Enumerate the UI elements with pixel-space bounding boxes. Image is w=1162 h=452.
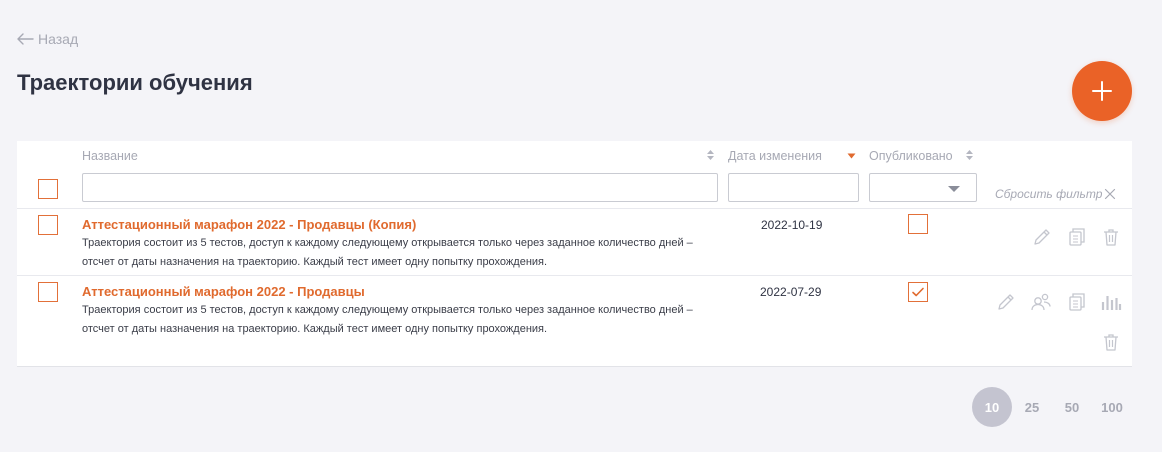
page-size-option[interactable]: 25 bbox=[1012, 387, 1052, 427]
row-date: 2022-10-19 bbox=[761, 218, 823, 232]
checkmark-icon bbox=[912, 287, 924, 297]
assign-users-button[interactable] bbox=[1030, 291, 1052, 313]
statistics-button[interactable] bbox=[1100, 291, 1122, 313]
row-description: Траектория состоит из 5 тестов, доступ к… bbox=[82, 304, 693, 335]
copy-icon bbox=[1069, 228, 1085, 246]
edit-button[interactable] bbox=[1031, 226, 1053, 248]
row-divider bbox=[17, 275, 1132, 276]
back-label: Назад bbox=[38, 31, 79, 47]
sort-icon[interactable] bbox=[706, 149, 715, 161]
arrow-left-icon bbox=[17, 33, 34, 45]
delete-button[interactable] bbox=[1100, 226, 1122, 248]
add-trajectory-button[interactable] bbox=[1072, 61, 1132, 121]
trash-icon bbox=[1104, 229, 1118, 246]
column-header-published[interactable]: Опубликовано bbox=[869, 149, 953, 163]
chevron-down-icon bbox=[948, 186, 960, 192]
back-link[interactable]: Назад bbox=[16, 31, 78, 47]
row-description: Траектория состоит из 5 тестов, доступ к… bbox=[82, 237, 693, 268]
published-checkbox[interactable] bbox=[908, 282, 928, 302]
row-title-link[interactable]: Аттестационный марафон 2022 - Продавцы (… bbox=[82, 217, 416, 232]
name-filter-input[interactable] bbox=[82, 173, 718, 202]
sort-desc-icon[interactable] bbox=[847, 153, 856, 159]
page-size-option[interactable]: 100 bbox=[1092, 387, 1132, 427]
pencil-icon bbox=[998, 294, 1014, 310]
trash-icon bbox=[1104, 334, 1118, 351]
edit-button[interactable] bbox=[995, 291, 1017, 313]
delete-button[interactable] bbox=[1100, 331, 1122, 353]
select-all-checkbox[interactable] bbox=[38, 179, 58, 199]
page-title: Траектории обучения bbox=[17, 70, 253, 95]
users-icon bbox=[1031, 293, 1051, 311]
stats-icon bbox=[1101, 296, 1122, 310]
copy-icon bbox=[1069, 293, 1085, 311]
reset-filter-label: Сбросить фильтр bbox=[995, 187, 1103, 201]
row-date: 2022-07-29 bbox=[760, 285, 822, 299]
trajectories-table: Название Дата изменения Опубликовано Сбр… bbox=[17, 141, 1132, 366]
reset-filter-button[interactable]: Сбросить фильтр bbox=[995, 187, 1116, 201]
row-checkbox[interactable] bbox=[38, 282, 58, 302]
date-filter-input[interactable] bbox=[728, 173, 859, 202]
page-size-selector: 10 25 50 100 bbox=[972, 387, 1132, 427]
close-icon bbox=[1105, 188, 1116, 200]
row-divider bbox=[17, 208, 1132, 209]
copy-button[interactable] bbox=[1066, 291, 1088, 313]
plus-icon bbox=[1092, 81, 1112, 101]
page-size-option[interactable]: 10 bbox=[972, 387, 1012, 427]
sort-icon[interactable] bbox=[965, 149, 974, 161]
page-size-option[interactable]: 50 bbox=[1052, 387, 1092, 427]
pencil-icon bbox=[1034, 229, 1050, 245]
column-header-date[interactable]: Дата изменения bbox=[728, 149, 822, 163]
table-bottom-border bbox=[17, 366, 1132, 367]
copy-button[interactable] bbox=[1066, 226, 1088, 248]
row-checkbox[interactable] bbox=[38, 215, 58, 235]
published-checkbox[interactable] bbox=[908, 214, 928, 234]
published-filter-select[interactable] bbox=[869, 173, 977, 202]
row-title-link[interactable]: Аттестационный марафон 2022 - Продавцы bbox=[82, 284, 365, 299]
page: Назад Траектории обучения Название Дата … bbox=[0, 0, 1162, 452]
column-header-name[interactable]: Название bbox=[82, 149, 138, 163]
